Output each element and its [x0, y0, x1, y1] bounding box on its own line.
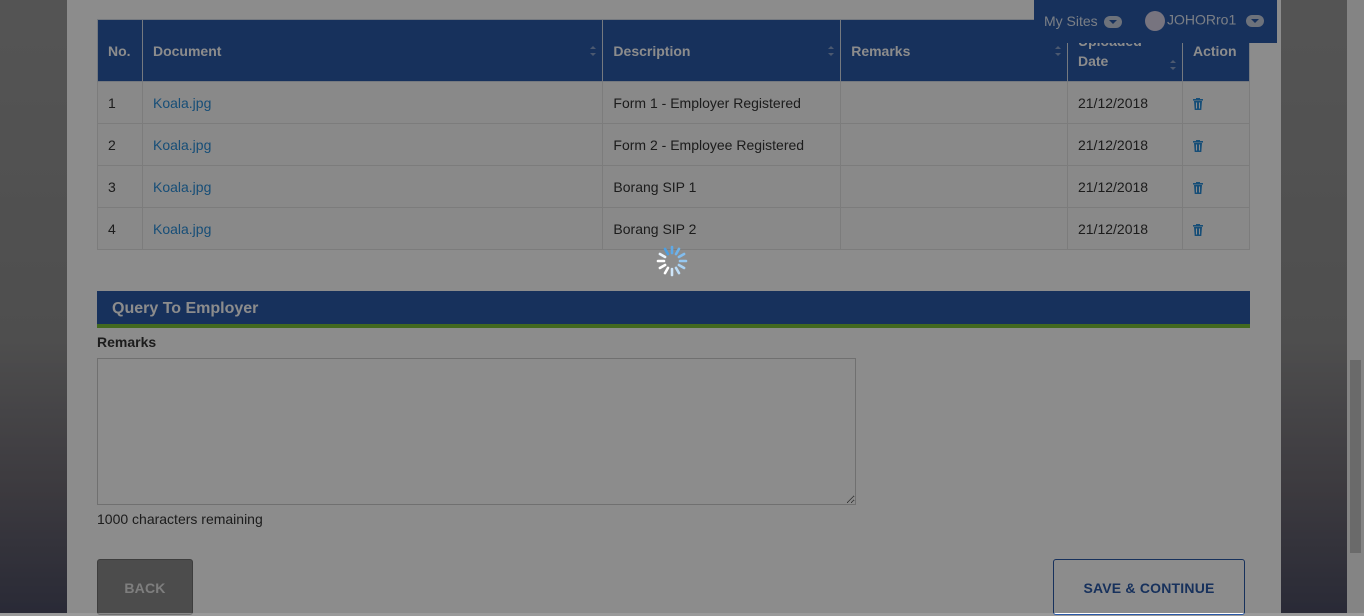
column-header-no[interactable]: No. [97, 19, 143, 82]
cell-description: Form 1 - Employer Registered [602, 81, 842, 124]
back-button[interactable]: BACK [97, 559, 193, 615]
header-label: No. [108, 42, 131, 59]
section-title: Query To Employer [112, 300, 259, 317]
cell-document: Koala.jpg [141, 207, 604, 250]
chars-remaining: 1000 characters remaining [97, 511, 263, 527]
cell-remarks [840, 81, 1068, 124]
my-sites-menu[interactable]: My Sites [1044, 13, 1122, 29]
page-content: No. Document Description Remarks Uploade… [67, 0, 1281, 615]
table-row: 3 Koala.jpg Borang SIP 1 21/12/2018 [97, 165, 1251, 208]
user-toolbar: My Sites JOHORro1 [1034, 0, 1277, 43]
document-link[interactable]: Koala.jpg [153, 221, 211, 237]
scrollbar-thumb[interactable] [1350, 360, 1361, 553]
save-continue-button[interactable]: SAVE & CONTINUE [1053, 559, 1245, 615]
header-label: Remarks [851, 42, 911, 59]
document-link[interactable]: Koala.jpg [153, 179, 211, 195]
cell-action [1181, 81, 1251, 124]
sort-icon[interactable] [1169, 60, 1176, 70]
cell-remarks [840, 165, 1068, 208]
remarks-textarea[interactable] [97, 358, 856, 505]
cell-no: 1 [97, 81, 143, 124]
trash-icon[interactable] [1192, 181, 1203, 194]
cell-remarks [840, 207, 1068, 250]
sort-icon[interactable] [828, 46, 835, 56]
trash-icon[interactable] [1192, 139, 1203, 152]
user-menu[interactable]: JOHORro1 [1145, 11, 1265, 31]
cell-date: 21/12/2018 [1066, 81, 1183, 124]
cell-action [1181, 207, 1251, 250]
trash-icon[interactable] [1192, 223, 1203, 236]
cell-document: Koala.jpg [141, 81, 604, 124]
sort-icon[interactable] [590, 46, 597, 56]
section-header: Query To Employer [97, 291, 1250, 328]
documents-table: No. Document Description Remarks Uploade… [97, 19, 1251, 250]
column-header-description[interactable]: Description [602, 19, 842, 82]
cell-remarks [840, 123, 1068, 166]
cell-no: 4 [97, 207, 143, 250]
cell-document: Koala.jpg [141, 123, 604, 166]
cell-description: Borang SIP 2 [602, 207, 842, 250]
cell-description: Borang SIP 1 [602, 165, 842, 208]
cell-date: 21/12/2018 [1066, 207, 1183, 250]
column-header-document[interactable]: Document [141, 19, 604, 82]
remarks-label: Remarks [97, 334, 157, 350]
cell-document: Koala.jpg [141, 165, 604, 208]
document-link[interactable]: Koala.jpg [153, 137, 211, 153]
loading-spinner-icon [656, 245, 688, 277]
table-row: 4 Koala.jpg Borang SIP 2 21/12/2018 [97, 207, 1251, 250]
chevron-down-icon [1103, 16, 1122, 29]
chevron-down-icon [1246, 15, 1265, 27]
cell-action [1181, 165, 1251, 208]
sort-icon[interactable] [1054, 46, 1061, 56]
document-link[interactable]: Koala.jpg [153, 95, 211, 111]
cell-date: 21/12/2018 [1066, 165, 1183, 208]
username: JOHORro1 [1167, 11, 1237, 28]
header-label: Description [613, 42, 691, 59]
header-label: Document [152, 42, 222, 59]
trash-icon[interactable] [1192, 97, 1203, 110]
cell-description: Form 2 - Employee Registered [602, 123, 842, 166]
header-label: Action [1192, 42, 1237, 59]
table-row: 2 Koala.jpg Form 2 - Employee Registered… [97, 123, 1251, 166]
scrollbar[interactable] [1347, 0, 1364, 613]
cell-no: 3 [97, 165, 143, 208]
cell-action [1181, 123, 1251, 166]
my-sites-label: My Sites [1044, 13, 1098, 29]
cell-date: 21/12/2018 [1066, 123, 1183, 166]
cell-no: 2 [97, 123, 143, 166]
avatar [1145, 11, 1165, 31]
table-row: 1 Koala.jpg Form 1 - Employer Registered… [97, 81, 1251, 124]
